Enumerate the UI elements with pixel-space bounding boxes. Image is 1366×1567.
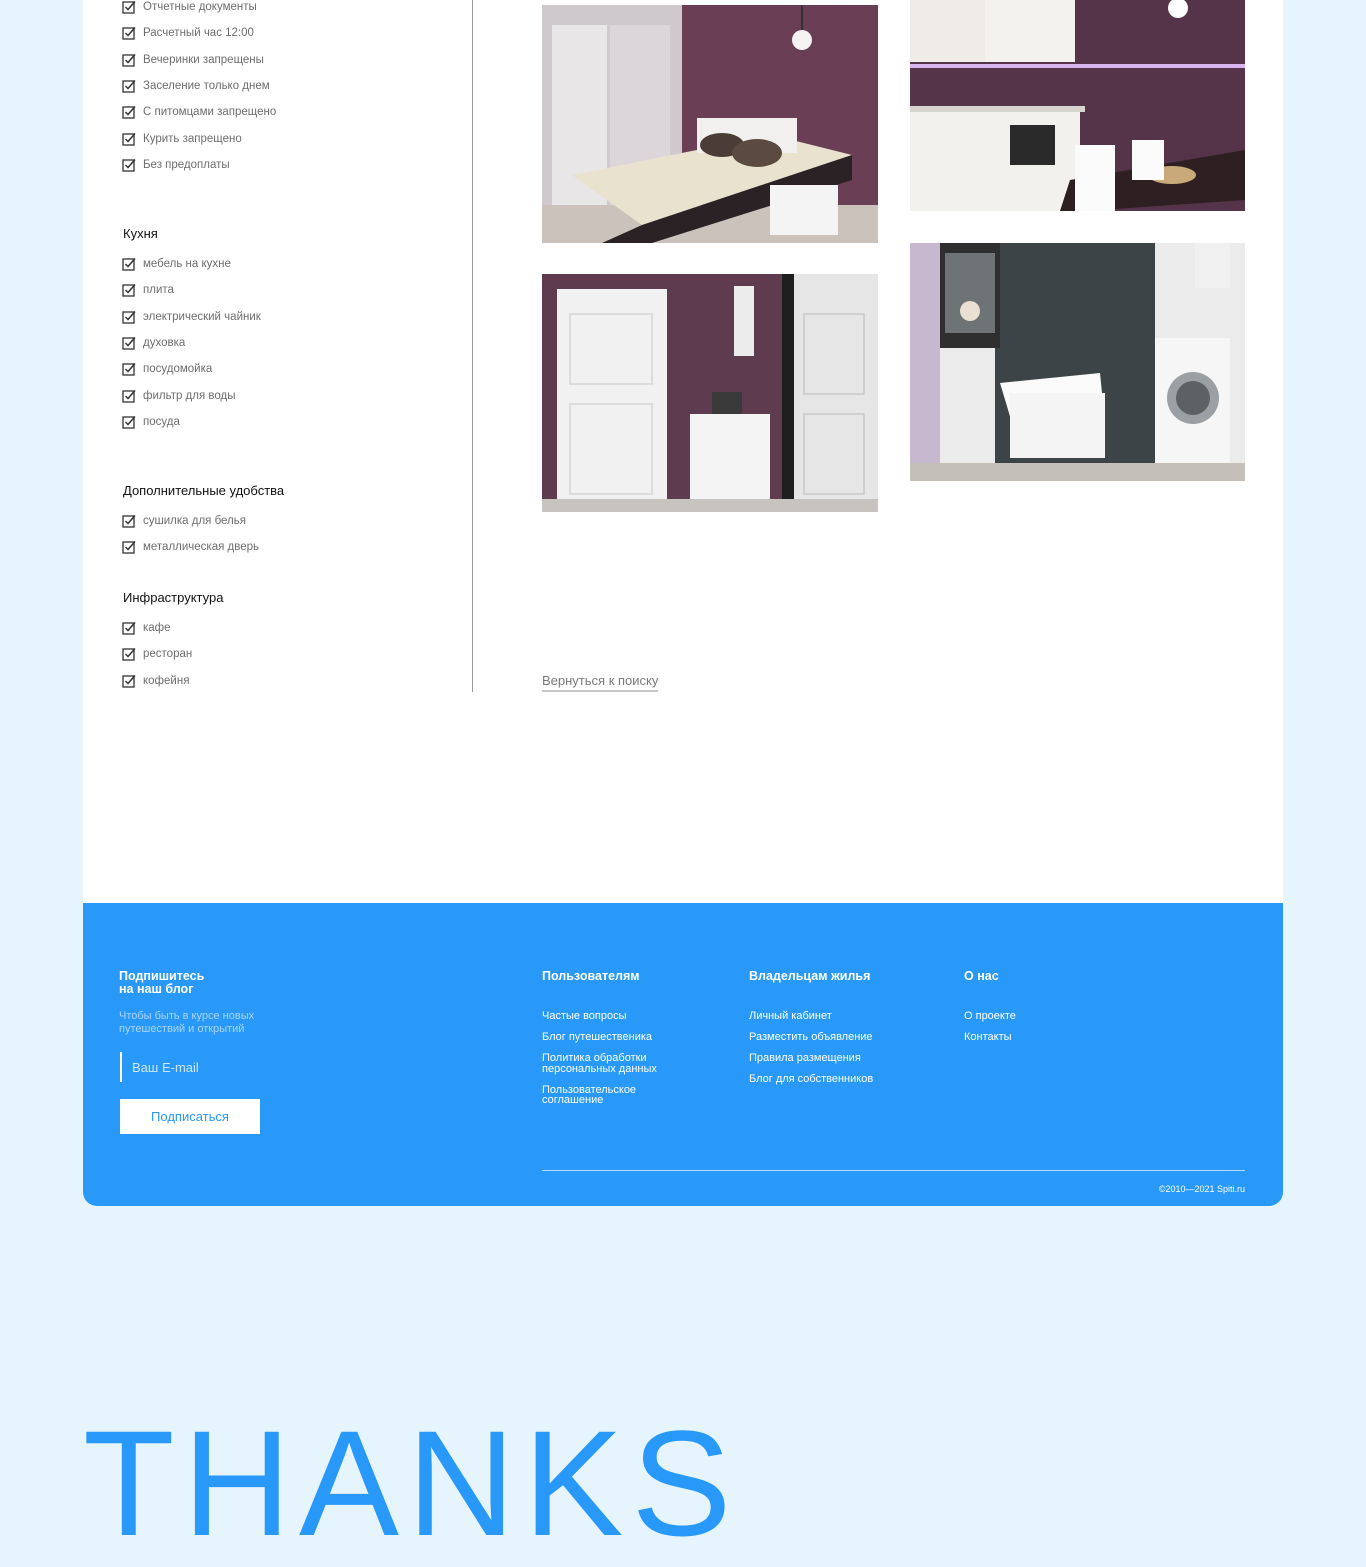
amenity-item: С питомцами запрещено <box>122 99 276 125</box>
checkbox-checked-icon <box>122 257 136 271</box>
amenity-label: Заселение только днем <box>143 80 270 93</box>
amenity-label: фильтр для воды <box>143 389 236 402</box>
amenity-item: электрический чайник <box>122 304 261 330</box>
checkbox-checked-icon <box>122 514 136 528</box>
about-column-title: О нас <box>964 969 999 983</box>
amenity-label: металлическая дверь <box>143 541 260 554</box>
amenity-item: Отчетные документы <box>122 0 276 20</box>
checkbox-checked-icon <box>122 674 136 688</box>
kitchen-photo[interactable] <box>910 0 1245 211</box>
subscribe-title-line-2: на наш блог <box>119 982 194 996</box>
amenity-item: Курить запрещено <box>122 125 276 151</box>
amenity-label: сушилка для белья <box>143 515 246 528</box>
amenity-item: плита <box>122 277 261 303</box>
checkbox-checked-icon <box>122 415 136 429</box>
infra-title: Инфраструктура <box>123 590 224 605</box>
amenity-label: кафе <box>143 622 171 635</box>
amenity-label: Вечеринки запрещены <box>143 53 264 66</box>
checkbox-checked-icon <box>122 389 136 403</box>
amenity-item: Вечеринки запрещены <box>122 47 276 73</box>
amenity-label: духовка <box>143 337 186 350</box>
about-links: О проекте Контакты <box>964 1011 1104 1053</box>
amenity-item: мебель на кухне <box>122 251 261 277</box>
amenity-label: посуда <box>143 415 180 428</box>
back-to-search-link[interactable]: Вернуться к поиску <box>542 673 659 692</box>
checkbox-checked-icon <box>122 336 136 350</box>
amenity-item: Без предоплаты <box>122 152 276 178</box>
amenity-item: сушилка для белья <box>122 508 259 534</box>
checkbox-checked-icon <box>122 283 136 298</box>
footer-link[interactable]: Блог путешественика <box>542 1032 682 1043</box>
amenity-item: фильтр для воды <box>122 382 261 408</box>
checkbox-checked-icon <box>122 0 136 14</box>
amenity-label: ресторан <box>143 648 193 661</box>
owners-links: Личный кабинет Разместить объявление Прави… <box>749 1011 889 1095</box>
footer-link[interactable]: Правила размещения <box>749 1053 889 1064</box>
footer-link[interactable]: Политика обработки персональных данных <box>542 1053 682 1075</box>
checkbox-checked-icon <box>122 79 136 93</box>
footer-divider <box>542 1170 1245 1171</box>
bathroom-photo[interactable] <box>910 243 1245 481</box>
subscribe-subtitle: Чтобы быть в курсе новых путешествий и о… <box>119 1010 254 1035</box>
checkbox-checked-icon <box>122 158 136 172</box>
amenity-item: посудомойка <box>122 356 261 382</box>
checkbox-checked-icon <box>122 621 136 635</box>
kitchen-list: мебель на кухне плита электрический чайник… <box>122 251 261 435</box>
rules-list: Отчетные документы Расчетный час 12:00 Веч… <box>122 0 276 178</box>
amenity-label: Курить запрещено <box>143 132 242 145</box>
amenity-label: плита <box>143 284 174 297</box>
email-input[interactable] <box>120 1052 284 1082</box>
amenity-label: С питомцами запрещено <box>143 106 277 119</box>
amenity-item: кофейня <box>122 668 192 694</box>
users-links: Частые вопросы Блог путешественика Политик… <box>542 1011 682 1116</box>
amenity-item: Расчетный час 12:00 <box>122 20 276 46</box>
checkbox-checked-icon <box>122 53 136 67</box>
checkbox-checked-icon <box>122 26 136 41</box>
amenity-label: Расчетный час 12:00 <box>143 27 254 40</box>
amenity-item: кафе <box>122 615 192 641</box>
checkbox-checked-icon <box>122 540 136 555</box>
checkbox-checked-icon <box>122 132 136 146</box>
subscribe-subtitle-line-1: Чтобы быть в курсе новых <box>119 1010 255 1022</box>
footer-link[interactable]: Контакты <box>964 1032 1104 1043</box>
amenity-label: Отчетные документы <box>143 1 257 14</box>
footer-link[interactable]: Личный кабинет <box>749 1011 889 1022</box>
checkbox-checked-icon <box>122 362 136 376</box>
amenity-item: духовка <box>122 330 261 356</box>
thanks-heading: THANKS <box>83 1399 740 1567</box>
infra-list: кафе ресторан кофейня <box>122 615 192 694</box>
amenity-item: Заселение только днем <box>122 73 276 99</box>
sidebar-divider <box>472 0 473 692</box>
amenity-item: металлическая дверь <box>122 534 259 560</box>
footer-link[interactable]: О проекте <box>964 1011 1104 1022</box>
hallway-photo[interactable] <box>542 274 878 512</box>
amenity-label: электрический чайник <box>143 310 261 323</box>
copyright: ©2010—2021 Spiti.ru <box>1158 1184 1245 1194</box>
footer-link[interactable]: Пользовательское соглашение <box>542 1084 682 1106</box>
footer-link[interactable]: Разместить объявление <box>749 1032 889 1043</box>
amenity-label: посудомойка <box>143 363 213 376</box>
amenity-item: посуда <box>122 409 261 435</box>
checkbox-checked-icon <box>122 310 136 324</box>
footer-link[interactable]: Блог для собственников <box>749 1074 889 1085</box>
users-column-title: Пользователям <box>542 969 640 983</box>
amenity-label: мебель на кухне <box>143 258 231 271</box>
amenity-label: Без предоплаты <box>143 158 230 171</box>
subscribe-subtitle-line-2: путешествий и открытий <box>119 1022 245 1035</box>
amenity-item: ресторан <box>122 641 192 667</box>
owners-column-title: Владельцам жилья <box>749 969 871 983</box>
extras-list: сушилка для белья металлическая дверь <box>122 508 259 561</box>
checkbox-checked-icon <box>122 647 136 662</box>
footer: Подпишитесь на наш блог Чтобы быть в кур… <box>83 903 1283 1206</box>
subscribe-button[interactable]: Подписаться <box>120 1099 260 1134</box>
footer-link[interactable]: Частые вопросы <box>542 1011 682 1022</box>
extras-title: Дополнительные удобства <box>123 483 285 498</box>
kitchen-title: Кухня <box>123 226 158 241</box>
subscribe-title: Подпишитесь на наш блог <box>119 970 204 996</box>
bedroom-photo[interactable] <box>542 5 878 243</box>
amenity-label: кофейня <box>143 674 190 687</box>
checkbox-checked-icon <box>122 105 136 119</box>
